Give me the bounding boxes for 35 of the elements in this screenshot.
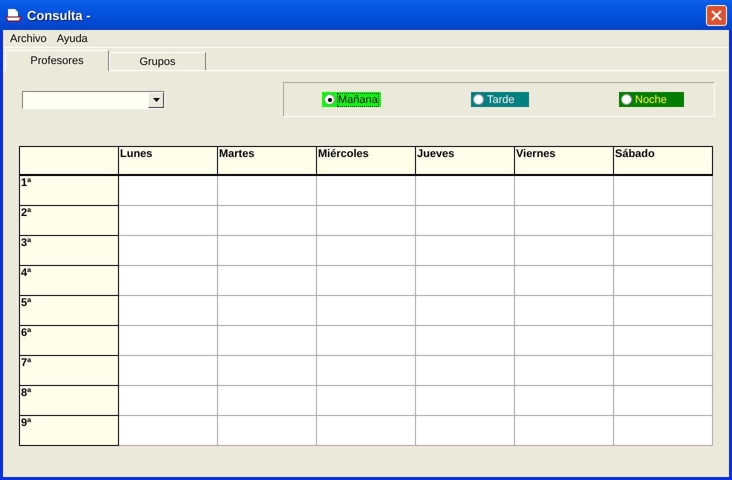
column-header: Miércoles xyxy=(317,146,416,176)
row-header: 2ª xyxy=(20,206,119,236)
radio-label: Mañana xyxy=(338,94,378,106)
row-header: 4ª xyxy=(20,266,119,296)
column-header: Martes xyxy=(218,146,317,176)
tab[interactable]: Profesores xyxy=(5,50,109,71)
column-header: Lunes xyxy=(119,146,218,176)
radio-button[interactable] xyxy=(621,94,632,105)
window-title: Consulta - xyxy=(27,8,92,22)
row-header: 1ª xyxy=(20,176,119,206)
row-header: 3ª xyxy=(20,236,119,266)
radio-button[interactable] xyxy=(324,94,335,105)
app-icon xyxy=(5,7,23,23)
row-header: 7ª xyxy=(20,356,119,386)
row-header: 9ª xyxy=(20,416,119,446)
menu-item[interactable]: Archivo xyxy=(5,32,52,44)
radio-label: Tarde xyxy=(487,94,515,106)
column-header: Jueves xyxy=(416,146,515,176)
row-header: 6ª xyxy=(20,326,119,356)
shift-option[interactable]: Tarde xyxy=(471,92,529,107)
row-header: 5ª xyxy=(20,296,119,326)
column-header: Sábado xyxy=(614,146,713,176)
row-header: 8ª xyxy=(20,386,119,416)
shift-option[interactable]: Mañana xyxy=(322,92,381,107)
tab[interactable]: Grupos xyxy=(109,52,206,70)
radio-button[interactable] xyxy=(473,94,484,105)
close-icon xyxy=(710,8,723,22)
column-header: Viernes xyxy=(515,146,614,176)
menu-item[interactable]: Ayuda xyxy=(52,32,93,44)
radio-label: Noche xyxy=(635,94,667,106)
close-button[interactable] xyxy=(706,4,727,26)
dropdown-field[interactable] xyxy=(22,90,165,108)
caret-icon xyxy=(152,98,160,102)
dropdown-button[interactable] xyxy=(148,92,164,108)
shift-option[interactable]: Noche xyxy=(619,92,684,107)
